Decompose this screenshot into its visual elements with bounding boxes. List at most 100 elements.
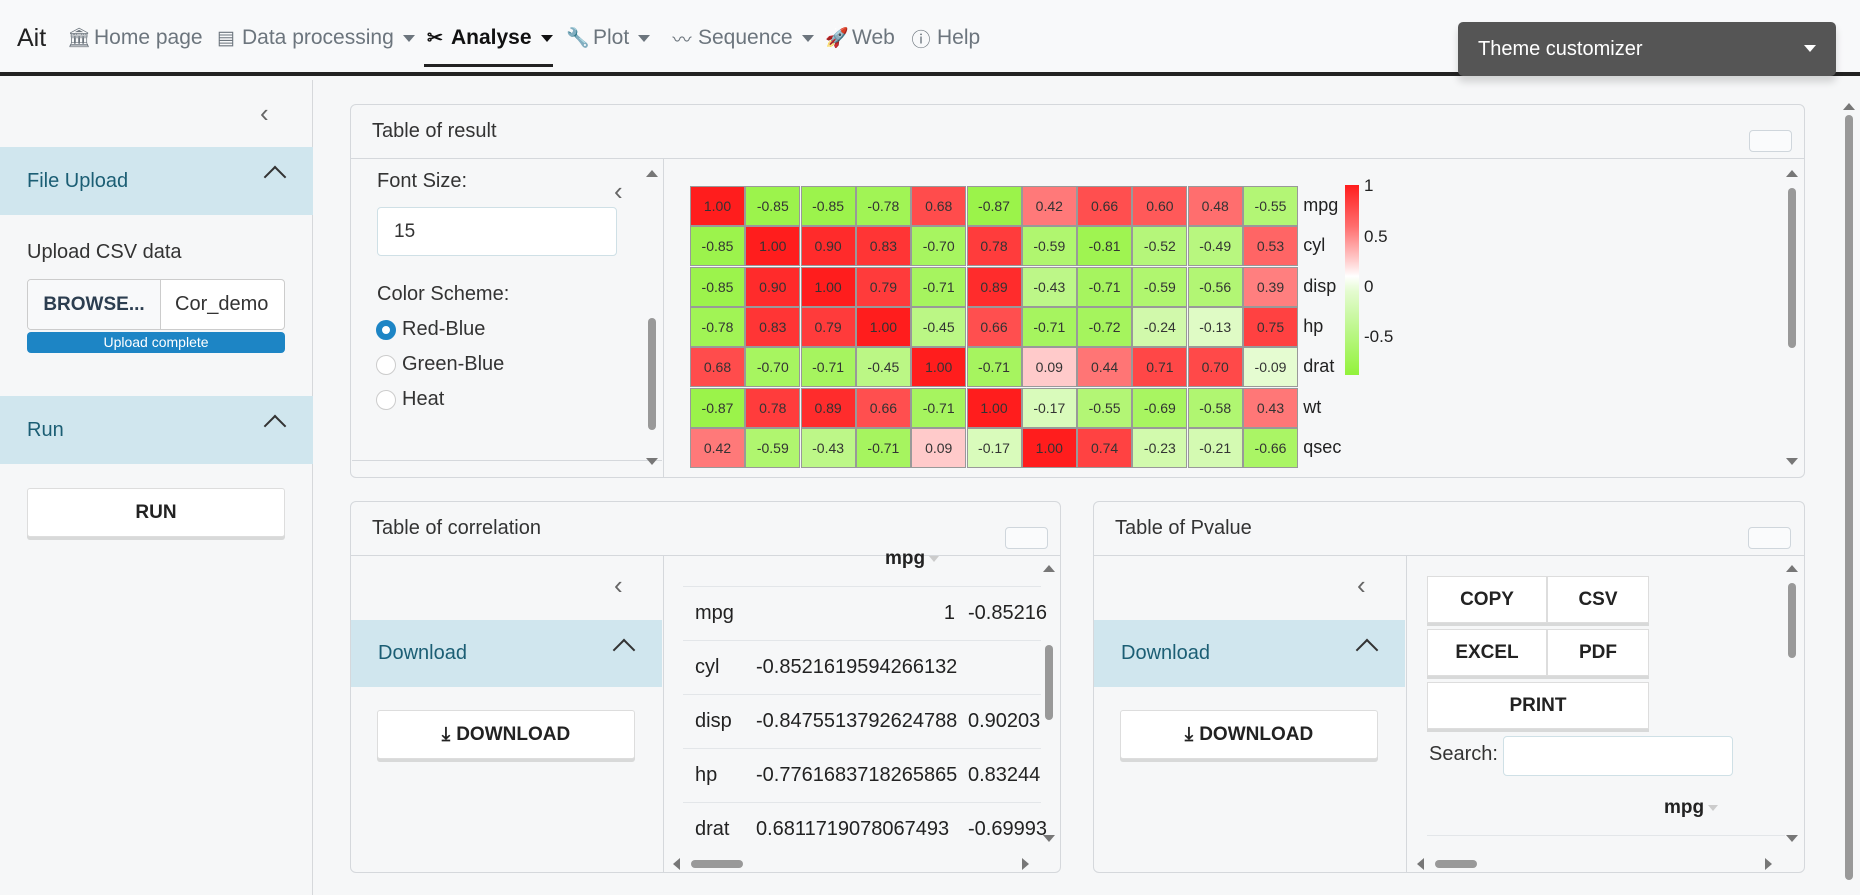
scroll-left-arrow-icon[interactable] xyxy=(673,858,680,870)
heatmap-cell: -0.70 xyxy=(745,347,801,388)
pvalue-collapse-chevron-icon[interactable]: ‹ xyxy=(1357,572,1366,598)
print-button[interactable]: PRINT xyxy=(1427,682,1649,729)
heatmap-cell: -0.59 xyxy=(745,427,801,468)
app-brand[interactable]: Ait xyxy=(17,24,46,53)
pdf-button[interactable]: PDF xyxy=(1547,629,1649,676)
nav-home-page[interactable]: 🏛 Home page xyxy=(67,24,203,52)
pvalue-column-header[interactable]: mpg xyxy=(1664,797,1719,819)
scroll-down-arrow-icon[interactable] xyxy=(1786,835,1798,842)
correlation-scrollbar-thumb[interactable] xyxy=(1045,645,1053,720)
correlation-collapse-chevron-icon[interactable]: ‹ xyxy=(614,572,623,598)
pvalue-download-accordion-header[interactable]: Download xyxy=(1094,620,1405,687)
pvalue-hscrollbar-thumb[interactable] xyxy=(1435,860,1477,868)
csv-button[interactable]: CSV xyxy=(1547,576,1649,623)
wrench-icon: 🔧 xyxy=(566,28,590,49)
scroll-right-arrow-icon[interactable] xyxy=(1765,858,1772,870)
chevron-down-icon xyxy=(801,34,814,42)
scroll-up-arrow-icon[interactable] xyxy=(1786,170,1798,177)
radio-heat[interactable]: Heat xyxy=(376,388,444,411)
options-scrollbar-thumb[interactable] xyxy=(648,318,656,430)
heatmap-cell: -0.71 xyxy=(911,387,967,428)
nav-plot[interactable]: 🔧 Plot xyxy=(566,24,651,52)
theme-customizer-button[interactable]: Theme customizer xyxy=(1458,22,1836,76)
nav-plot-label: Plot xyxy=(593,26,630,49)
value-cell: 0.90203 xyxy=(968,710,1041,732)
correlation-download-button[interactable]: ⤓ DOWNLOAD xyxy=(377,710,635,759)
heatmap-cell: 0.83 xyxy=(745,306,801,347)
scroll-down-arrow-icon[interactable] xyxy=(1786,458,1798,465)
pvalue-search-input[interactable] xyxy=(1503,736,1733,776)
pvalue-download-button[interactable]: ⤓ DOWNLOAD xyxy=(1120,710,1378,759)
radio-green-blue[interactable]: Green-Blue xyxy=(376,353,504,376)
correlation-hscrollbar-thumb[interactable] xyxy=(691,860,743,868)
page-scroll-up-arrow-icon[interactable] xyxy=(1843,103,1855,110)
nav-sequence[interactable]: 〰 Sequence xyxy=(671,24,814,52)
file-input-group: BROWSE... Cor_demo xyxy=(27,279,285,330)
result-card-title: Table of result xyxy=(351,105,1804,159)
signature-icon: 〰 xyxy=(672,29,692,51)
correlation-download-accordion-header[interactable]: Download xyxy=(351,620,662,687)
heatmap-cell: 0.09 xyxy=(1021,347,1077,388)
scroll-left-arrow-icon[interactable] xyxy=(1417,858,1424,870)
heatmap-cell: -0.71 xyxy=(800,347,856,388)
file-upload-accordion-header[interactable]: File Upload xyxy=(0,147,313,215)
scroll-up-arrow-icon[interactable] xyxy=(646,170,658,177)
options-collapse-chevron-icon[interactable]: ‹ xyxy=(614,178,623,204)
file-name-field[interactable]: Cor_demo xyxy=(161,280,284,329)
correlation-column-header[interactable]: mpg xyxy=(885,548,940,570)
scroll-right-arrow-icon[interactable] xyxy=(1022,858,1029,870)
scroll-up-arrow-icon[interactable] xyxy=(1043,565,1055,572)
heatmap-cell: 0.75 xyxy=(1243,306,1298,347)
sidebar-collapse-chevron-icon[interactable]: ‹ xyxy=(260,100,269,126)
top-navbar: Ait 🏛 Home page ▤ Data processing ✂ Anal… xyxy=(0,0,1860,76)
pvalue-scrollbar-thumb[interactable] xyxy=(1788,583,1796,658)
pane-divider xyxy=(1406,556,1407,872)
heatmap-cell: -0.71 xyxy=(911,266,967,307)
font-size-input[interactable]: 15 xyxy=(377,207,617,256)
page-scrollbar-thumb[interactable] xyxy=(1845,115,1853,880)
browse-button[interactable]: BROWSE... xyxy=(28,280,161,329)
correlation-card-title: Table of correlation xyxy=(351,502,1060,556)
heatmap-cell: 0.79 xyxy=(800,306,856,347)
upload-progress-bar: Upload complete xyxy=(27,332,285,353)
heatmap-cell: -0.49 xyxy=(1187,226,1243,267)
radio-red-blue[interactable]: Red-Blue xyxy=(376,318,485,341)
result-scrollbar-thumb[interactable] xyxy=(1788,188,1796,348)
nav-data-processing[interactable]: ▤ Data processing xyxy=(215,24,415,52)
table-row: disp -0.8475513792624788 0.90203 xyxy=(683,694,1041,748)
chevron-down-icon xyxy=(1804,45,1816,52)
nav-analyse[interactable]: ✂ Analyse xyxy=(424,24,553,67)
heatmap-cell: 0.39 xyxy=(1243,266,1298,307)
chevron-up-icon xyxy=(612,638,636,662)
nav-help[interactable]: ⓘ Help xyxy=(910,24,980,52)
heatmap-cell: 0.89 xyxy=(800,387,856,428)
heatmap-row-label: drat xyxy=(1303,356,1335,377)
result-card-expand-button[interactable] xyxy=(1749,130,1792,152)
excel-button[interactable]: EXCEL xyxy=(1427,629,1547,676)
copy-button[interactable]: COPY xyxy=(1427,576,1547,623)
heatmap-cell: 0.43 xyxy=(1243,387,1298,428)
options-bottom-divider xyxy=(352,460,662,461)
heatmap-cell: 0.89 xyxy=(966,266,1022,307)
heatmap-cell: -0.69 xyxy=(1132,387,1188,428)
nav-web-label: Web xyxy=(852,26,895,49)
pvalue-header-label: mpg xyxy=(1664,797,1705,818)
scroll-down-arrow-icon[interactable] xyxy=(1043,835,1055,842)
heatmap-cell: 0.79 xyxy=(855,266,911,307)
heatmap-cell: -0.45 xyxy=(911,306,967,347)
run-button[interactable]: RUN xyxy=(27,488,285,537)
nav-web[interactable]: 🚀 Web xyxy=(825,24,895,52)
heatmap-cell: 0.68 xyxy=(911,186,967,226)
heatmap-cell: -0.59 xyxy=(1021,226,1077,267)
correlation-card-expand-button[interactable] xyxy=(1005,527,1048,549)
heatmap-cell: 0.83 xyxy=(855,226,911,267)
theme-customizer-label: Theme customizer xyxy=(1478,37,1643,60)
nav-analyse-label: Analyse xyxy=(451,26,532,49)
run-accordion-header[interactable]: Run xyxy=(0,396,313,464)
radio-selected-icon xyxy=(376,319,396,340)
scroll-up-arrow-icon[interactable] xyxy=(1786,565,1798,572)
heatmap-cell: -0.66 xyxy=(1243,427,1298,468)
scroll-down-arrow-icon[interactable] xyxy=(646,458,658,465)
heatmap-cell: -0.17 xyxy=(1021,387,1077,428)
pvalue-card-expand-button[interactable] xyxy=(1748,527,1791,549)
